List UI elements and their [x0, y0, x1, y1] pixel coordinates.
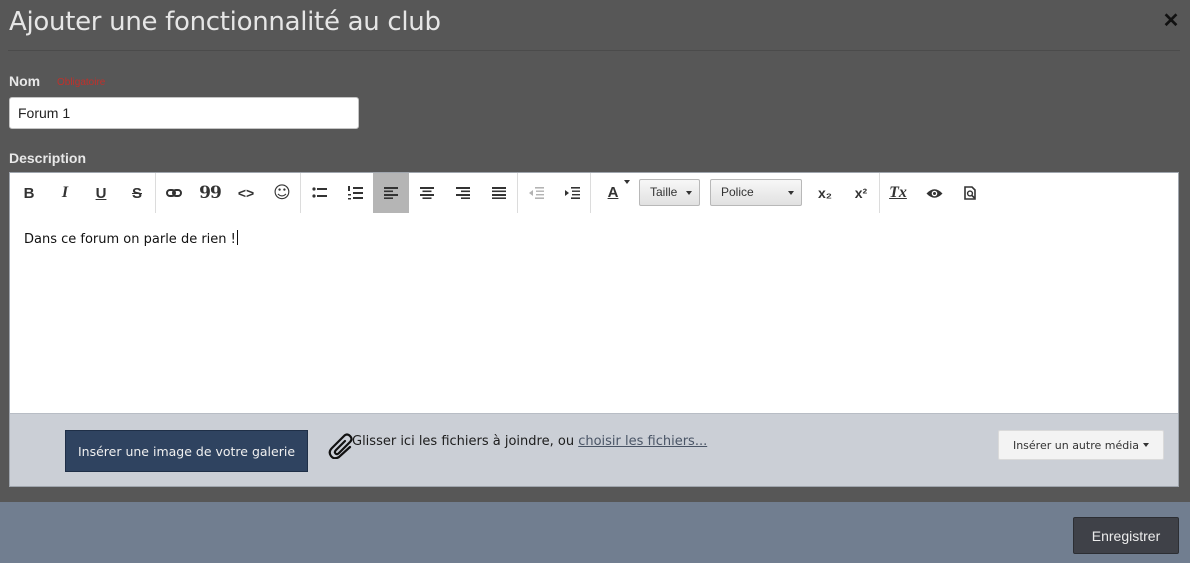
rich-text-editor: B I U S 99 <> ☺ A Taille Police x₂ x² Tx…: [9, 172, 1179, 487]
outdent-icon[interactable]: [518, 173, 554, 213]
font-family-select[interactable]: Police: [710, 179, 802, 206]
bold-icon[interactable]: B: [11, 173, 47, 213]
strikethrough-icon[interactable]: S: [119, 173, 155, 213]
link-icon[interactable]: [156, 173, 192, 213]
text-cursor: [236, 230, 238, 245]
save-button[interactable]: Enregistrer: [1073, 517, 1179, 554]
superscript-icon[interactable]: x²: [843, 173, 879, 213]
document-preview-icon[interactable]: [952, 173, 988, 213]
required-indicator: Obligatoire: [57, 77, 106, 88]
modal-dialog: Ajouter une fonctionnalité au club ✕ Nom…: [0, 0, 1190, 502]
attachment-bar: Insérer une image de votre galerie Gliss…: [10, 413, 1178, 486]
name-input[interactable]: [9, 97, 359, 129]
align-right-icon[interactable]: [445, 173, 481, 213]
toolbar-separator: [590, 173, 591, 213]
align-left-icon[interactable]: [373, 173, 409, 213]
align-center-icon[interactable]: [409, 173, 445, 213]
justify-icon[interactable]: [481, 173, 517, 213]
insert-gallery-image-button[interactable]: Insérer une image de votre galerie: [65, 430, 308, 472]
insert-media-button[interactable]: Insérer un autre média: [998, 430, 1164, 460]
close-icon[interactable]: ✕: [1161, 9, 1181, 33]
editor-text: Dans ce forum on parle de rien !: [24, 232, 236, 247]
subscript-icon[interactable]: x₂: [807, 173, 843, 213]
preview-icon[interactable]: [916, 173, 952, 213]
modal-title: Ajouter une fonctionnalité au club: [9, 7, 441, 37]
chevron-down-icon: [1143, 443, 1150, 447]
code-icon[interactable]: <>: [228, 173, 264, 213]
editor-toolbar: B I U S 99 <> ☺ A Taille Police x₂ x² Tx: [10, 173, 1178, 213]
editor-content-area[interactable]: Dans ce forum on parle de rien !: [10, 213, 1178, 413]
indent-icon[interactable]: [554, 173, 590, 213]
chevron-down-icon: [788, 191, 794, 195]
chevron-down-icon: [686, 191, 692, 195]
description-label: Description: [9, 150, 87, 166]
emoji-icon[interactable]: ☺: [264, 173, 300, 213]
numbered-list-icon[interactable]: [337, 173, 373, 213]
italic-icon[interactable]: I: [47, 173, 83, 213]
quote-icon[interactable]: 99: [192, 173, 228, 213]
drop-zone-text: Glisser ici les fichiers à joindre, ou c…: [352, 434, 708, 449]
remove-format-icon[interactable]: Tx: [880, 173, 916, 213]
underline-icon[interactable]: U: [83, 173, 119, 213]
bulleted-list-icon[interactable]: [301, 173, 337, 213]
font-color-icon[interactable]: A: [593, 173, 633, 213]
name-label: Nom: [9, 73, 41, 89]
title-divider: [8, 50, 1180, 51]
choose-files-link[interactable]: choisir les fichiers...: [578, 434, 707, 449]
font-size-select[interactable]: Taille: [639, 179, 700, 206]
